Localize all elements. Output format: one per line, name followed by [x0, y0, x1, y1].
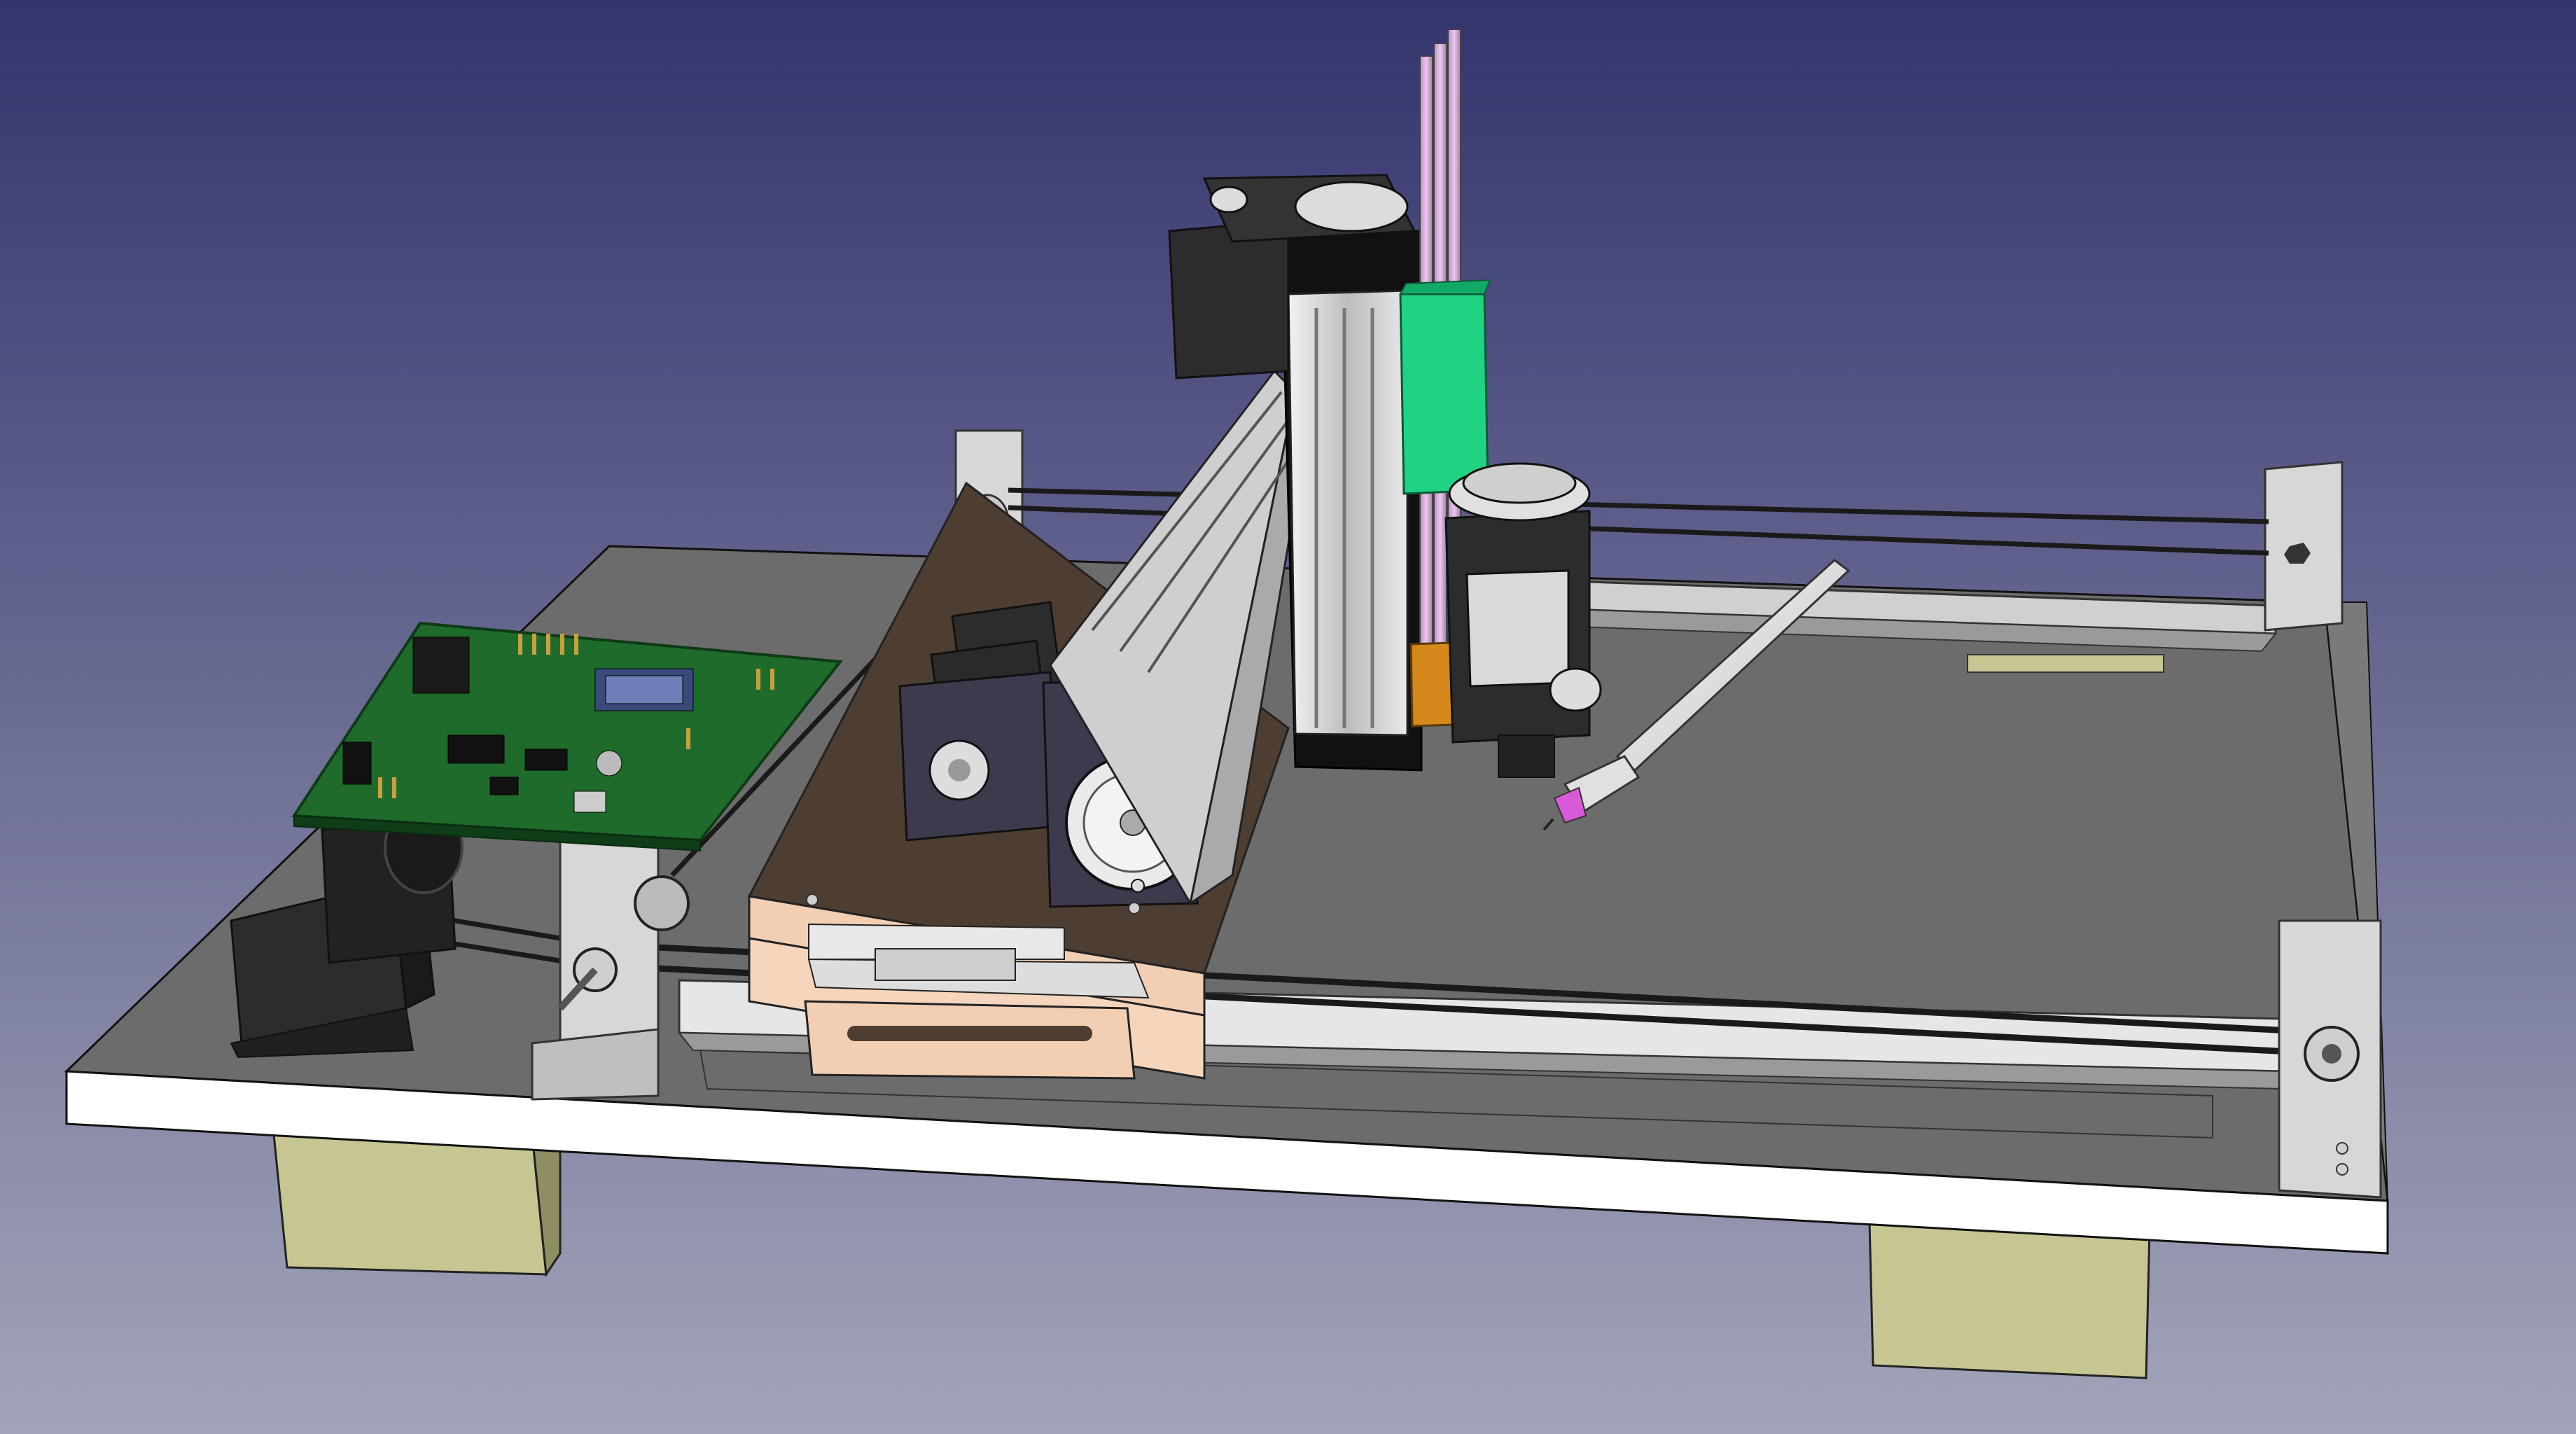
support-foot-right — [1868, 1220, 2151, 1379]
z-carriage-green — [1399, 279, 1491, 495]
front-right-bracket — [2278, 919, 2382, 1199]
rear-right-bracket — [2264, 461, 2344, 632]
z-carriage-orange — [1409, 641, 1454, 728]
cad-model-render[interactable] — [0, 0, 2576, 1434]
3d-viewport[interactable] — [0, 0, 2576, 1434]
